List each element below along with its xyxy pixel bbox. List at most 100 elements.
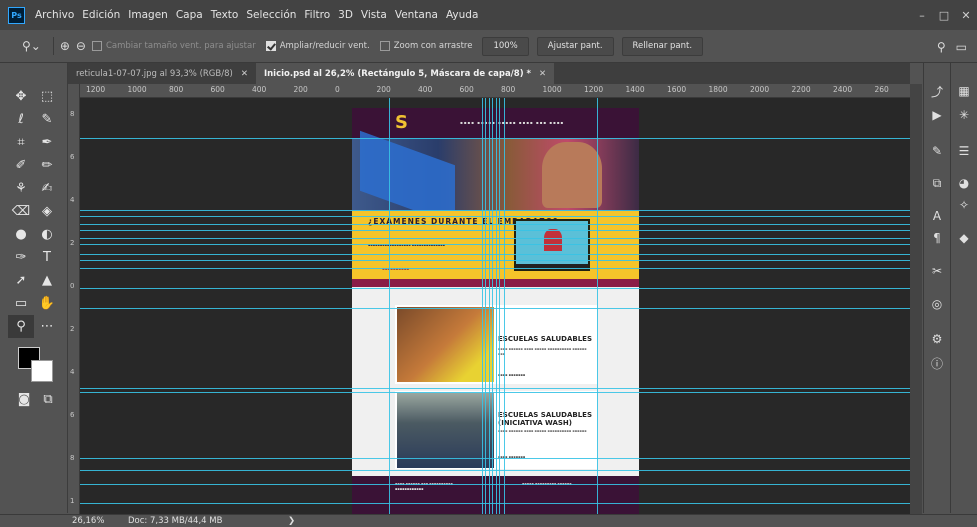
tab-inicio[interactable]: Inicio.psd al 26,2% (Rectángulo 5, Másca… [255, 63, 555, 84]
horizontal-guide[interactable] [80, 503, 910, 504]
libraries-icon[interactable]: ◎ [929, 296, 945, 312]
zoom-100-button[interactable]: 100% [482, 36, 529, 56]
stamp-tool-icon[interactable]: ⚘ [8, 177, 34, 200]
sliders-icon[interactable]: ☰ [956, 143, 972, 159]
horizontal-ruler[interactable]: 1200 1000 800 600 400 200 0 200 400 600 800 1000 120… [80, 84, 910, 98]
menu-ayuda[interactable]: Ayuda [446, 9, 478, 21]
horizontal-guide[interactable] [80, 244, 910, 245]
status-menu-icon[interactable]: ❯ [288, 516, 295, 526]
pen-tool-icon[interactable]: ✑ [8, 246, 34, 269]
actions-panel-icon[interactable]: ▶ [929, 107, 945, 123]
vertical-guide[interactable] [499, 98, 500, 514]
menu-archivo[interactable]: Archivo [35, 9, 74, 21]
vertical-guide[interactable] [489, 98, 490, 514]
move-tool-icon[interactable]: ✥ [8, 85, 34, 108]
zoom-tool-preset-icon[interactable]: ⚲⌄ [22, 39, 41, 53]
horizontal-guide[interactable] [80, 238, 910, 239]
layers-panel-icon[interactable]: ◆ [956, 230, 972, 246]
horizontal-guide[interactable] [80, 210, 910, 211]
gradient-tool-icon[interactable]: ◈ [34, 200, 60, 223]
menu-capa[interactable]: Capa [176, 9, 203, 21]
screen-mode-icon[interactable]: ⧉ [38, 389, 58, 409]
lasso-tool-icon[interactable]: ℓ [8, 108, 34, 131]
horizontal-guide[interactable] [80, 458, 910, 459]
horizontal-guide[interactable] [80, 392, 910, 393]
horizontal-guide[interactable] [80, 288, 910, 289]
swatches-panel-icon[interactable]: ▦ [956, 83, 972, 99]
marquee-tool-icon[interactable]: ⬚ [34, 85, 60, 108]
zoom-out-icon[interactable]: ⊖ [76, 39, 86, 53]
vertical-guide[interactable] [504, 98, 505, 514]
vertical-guide[interactable] [389, 98, 390, 514]
character-panel-icon[interactable]: A [929, 208, 945, 224]
close-tab-icon[interactable]: ✕ [241, 69, 248, 79]
horizontal-guide[interactable] [80, 388, 910, 389]
close-tab-icon[interactable]: ✕ [539, 69, 546, 79]
menu-3d[interactable]: 3D [338, 9, 353, 21]
shape-tool-icon[interactable]: ▭ [8, 292, 34, 315]
tool-presets-icon[interactable]: ✂ [929, 263, 945, 279]
hand-tool-icon[interactable]: ✋ [34, 292, 60, 315]
vertical-ruler[interactable]: 8 6 4 2 0 2 4 6 8 1 [68, 84, 80, 514]
menu-texto[interactable]: Texto [211, 9, 239, 21]
menu-imagen[interactable]: Imagen [128, 9, 168, 21]
zoom-tool-icon[interactable]: ⚲ [8, 315, 34, 338]
vertical-guide[interactable] [597, 98, 598, 514]
maximize-button[interactable]: □ [933, 0, 955, 30]
path-select-tool-icon[interactable]: ➚ [8, 269, 34, 292]
info-panel-icon[interactable]: ⓘ [929, 355, 945, 371]
blur-tool-icon[interactable]: ● [8, 223, 34, 246]
brush-settings-icon[interactable]: ✎ [929, 143, 945, 159]
eyedropper-tool-icon[interactable]: ✒ [34, 131, 60, 154]
fill-screen-button[interactable]: Rellenar pant. [621, 36, 704, 56]
horizontal-guide[interactable] [80, 470, 910, 471]
horizontal-guide[interactable] [80, 308, 910, 309]
zoom-level[interactable]: 26,16% [72, 516, 104, 526]
vertical-guide[interactable] [482, 98, 483, 514]
menu-edicion[interactable]: Edición [82, 9, 120, 21]
horizontal-guide[interactable] [80, 138, 910, 139]
history-panel-icon[interactable]: ⤴ [929, 83, 945, 99]
adjustments-panel-icon[interactable]: ✳ [956, 107, 972, 123]
tab-reticula[interactable]: reticula1-07-07.jpg al 93,3% (RGB/8) ✕ [68, 63, 256, 84]
channels-panel-icon[interactable]: ◕ [956, 175, 972, 191]
horizontal-guide[interactable] [80, 216, 910, 217]
history-brush-tool-icon[interactable]: ✍ [34, 177, 60, 200]
brush-tool-icon[interactable]: ✏ [34, 154, 60, 177]
clone-source-icon[interactable]: ⧉ [929, 175, 945, 191]
direct-select-tool-icon[interactable]: ▲ [34, 269, 60, 292]
horizontal-guide[interactable] [80, 268, 910, 269]
vertical-guide[interactable] [485, 98, 486, 514]
menu-filtro[interactable]: Filtro [304, 9, 330, 21]
search-icon[interactable]: ⚲ [937, 40, 946, 54]
minimize-button[interactable]: – [911, 0, 933, 30]
paragraph-panel-icon[interactable]: ¶ [929, 230, 945, 246]
healing-brush-tool-icon[interactable]: ✐ [8, 154, 34, 177]
type-tool-icon[interactable]: T [34, 246, 60, 269]
menu-ventana[interactable]: Ventana [395, 9, 438, 21]
horizontal-guide[interactable] [80, 260, 910, 261]
more-tools-icon[interactable]: ⋯ [34, 315, 60, 338]
crop-tool-icon[interactable]: ⌗ [8, 131, 34, 154]
resize-window-checkbox[interactable] [91, 41, 102, 51]
quick-select-tool-icon[interactable]: ✎ [34, 108, 60, 131]
horizontal-guide[interactable] [80, 484, 910, 485]
zoom-all-windows-checkbox[interactable] [265, 41, 276, 51]
vertical-guide[interactable] [496, 98, 497, 514]
quick-mask-icon[interactable]: ◙ [14, 389, 34, 409]
scrubby-zoom-checkbox[interactable] [379, 41, 390, 51]
horizontal-guide[interactable] [80, 230, 910, 231]
vertical-guide[interactable] [492, 98, 493, 514]
background-color-swatch[interactable] [31, 360, 53, 382]
zoom-in-icon[interactable]: ⊕ [60, 39, 70, 53]
paths-panel-icon[interactable]: ✧ [956, 197, 972, 213]
menu-seleccion[interactable]: Selección [246, 9, 296, 21]
fit-screen-button[interactable]: Ajustar pant. [536, 36, 614, 56]
horizontal-guide[interactable] [80, 254, 910, 255]
eraser-tool-icon[interactable]: ⌫ [8, 200, 34, 223]
menu-vista[interactable]: Vista [361, 9, 387, 21]
close-window-button[interactable]: ✕ [955, 0, 977, 30]
dodge-tool-icon[interactable]: ◐ [34, 223, 60, 246]
properties-icon[interactable]: ⚙ [929, 331, 945, 347]
workspace-icon[interactable]: ▭ [956, 40, 967, 54]
